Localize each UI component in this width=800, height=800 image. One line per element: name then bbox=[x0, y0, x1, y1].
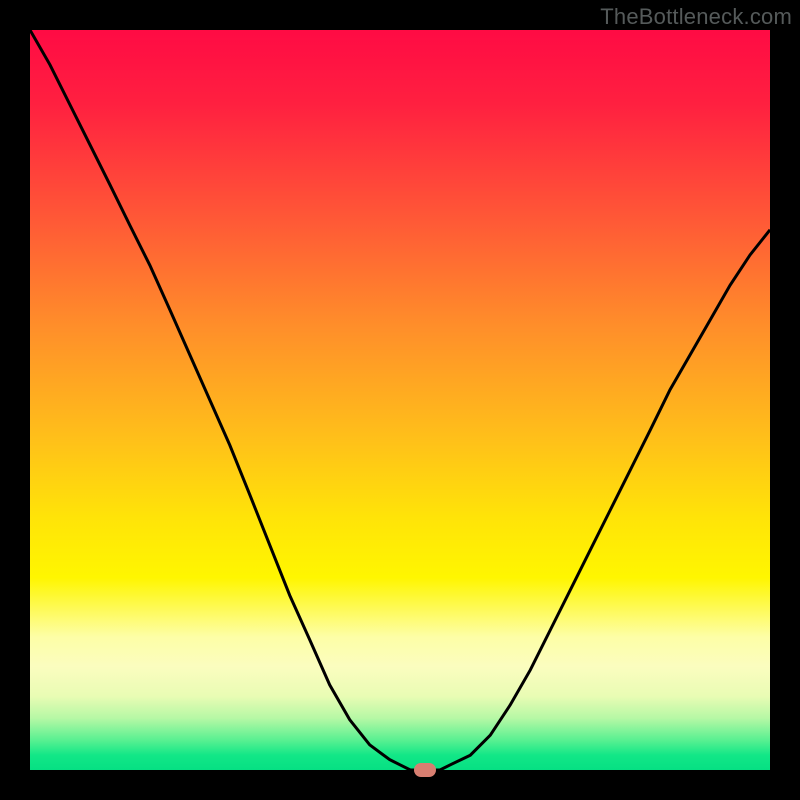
gradient-plot-area bbox=[30, 30, 770, 770]
chart-frame: TheBottleneck.com bbox=[0, 0, 800, 800]
watermark-text: TheBottleneck.com bbox=[600, 4, 792, 30]
